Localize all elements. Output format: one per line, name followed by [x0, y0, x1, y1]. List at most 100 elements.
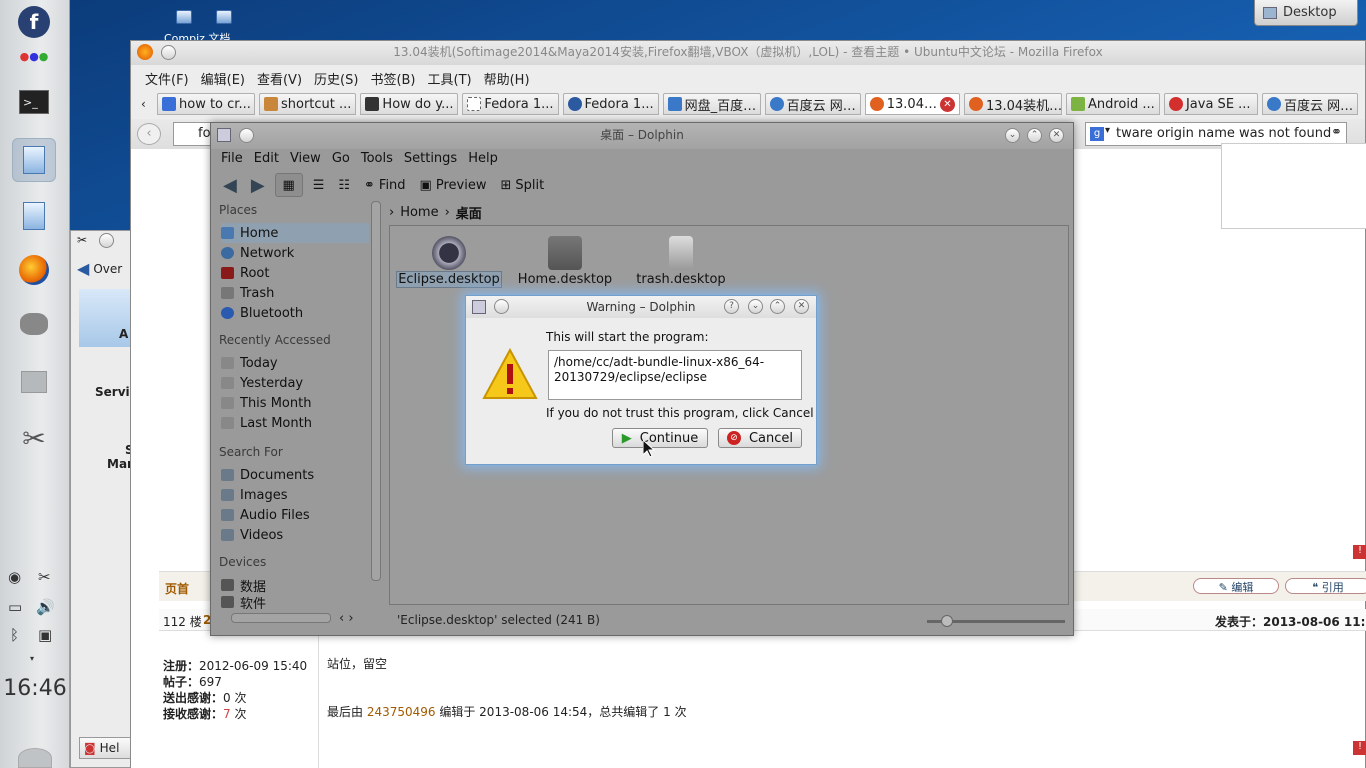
pin-icon[interactable] — [239, 128, 254, 143]
file-home[interactable]: Home.desktop — [510, 236, 620, 287]
search-audio[interactable]: Audio Files — [221, 505, 369, 525]
system-monitor-icon[interactable] — [12, 360, 56, 404]
menu-edit[interactable]: 编辑(E) — [195, 67, 251, 89]
back-button[interactable]: ◀ Over — [77, 259, 122, 278]
keyboard-icon[interactable]: ▭ — [8, 598, 22, 616]
binoculars-icon[interactable]: ⚭ — [1331, 125, 1342, 140]
details-view-icon[interactable]: ☷ — [334, 173, 354, 197]
close-icon[interactable]: ✕ — [1049, 128, 1064, 143]
device-data[interactable]: 数据 — [221, 575, 369, 595]
gimp-icon[interactable] — [12, 302, 56, 346]
search-images[interactable]: Images — [221, 485, 369, 505]
file-trash[interactable]: trash.desktop — [626, 236, 736, 287]
search-videos[interactable]: Videos — [221, 525, 369, 545]
terminal-icon[interactable]: >_ — [12, 80, 56, 124]
place-bluetooth[interactable]: Bluetooth — [221, 303, 369, 323]
scissors-icon[interactable]: ✂ — [38, 568, 51, 586]
chevron-down-icon[interactable]: ▾ — [30, 654, 34, 663]
tab[interactable]: 13.04装机… — [963, 93, 1062, 115]
find-button[interactable]: ⚭ Find — [360, 173, 410, 197]
place-home[interactable]: Home — [221, 223, 369, 243]
page-top-link[interactable]: 页首 — [165, 580, 189, 597]
tab[interactable]: shortcut ... — [259, 93, 357, 115]
place-trash[interactable]: Trash — [221, 283, 369, 303]
file-eclipse[interactable]: Eclipse.desktop — [394, 236, 504, 288]
maximize-icon[interactable]: ⌃ — [770, 299, 785, 314]
menu-bookmarks[interactable]: 书签(B) — [364, 67, 421, 89]
tab[interactable]: 网盘_百度… — [662, 93, 761, 115]
zoom-slider-handle[interactable] — [941, 615, 953, 627]
network-icon[interactable]: ▣ — [38, 626, 52, 644]
menu-view[interactable]: 查看(V) — [251, 67, 308, 89]
hscroll-arrows[interactable]: ‹ › — [339, 611, 354, 626]
report-icon[interactable]: ! — [1353, 741, 1366, 755]
firefox-icon[interactable] — [12, 248, 56, 292]
tab[interactable]: Fedora 1... — [462, 93, 559, 115]
forward-icon[interactable]: ▶ — [247, 173, 269, 197]
volume-icon[interactable]: 🔊 — [36, 598, 55, 616]
menu-settings[interactable]: Settings — [402, 149, 466, 171]
menu-edit[interactable]: Edit — [252, 149, 288, 171]
recent-yesterday[interactable]: Yesterday — [221, 373, 369, 393]
cancel-button[interactable]: ⊘ Cancel — [718, 428, 802, 448]
menu-history[interactable]: 历史(S) — [308, 67, 364, 89]
search-documents[interactable]: Documents — [221, 465, 369, 485]
continue-button[interactable]: ▶ Continue — [612, 428, 708, 448]
url-bar[interactable]: fo — [173, 122, 213, 146]
tab-scroll-left-icon[interactable]: ‹ — [141, 97, 153, 111]
back-icon[interactable]: ◀ — [219, 173, 241, 197]
file-manager-2-icon[interactable] — [12, 194, 56, 238]
menu-help[interactable]: Help — [466, 149, 507, 171]
desktop-file-icon[interactable] — [176, 10, 192, 24]
back-icon[interactable]: ‹ — [137, 123, 161, 145]
bluetooth-icon[interactable]: ᛒ — [10, 626, 19, 644]
tab-close-icon[interactable]: ✕ — [939, 96, 955, 112]
tab[interactable]: 百度云 网… — [764, 93, 861, 115]
menu-file[interactable]: 文件(F) — [139, 67, 195, 89]
breadcrumb-current[interactable]: 桌面 — [456, 203, 482, 222]
menu-tools[interactable]: 工具(T) — [422, 67, 478, 89]
menu-file[interactable]: File — [219, 149, 252, 171]
recent-last-month[interactable]: Last Month — [221, 413, 369, 433]
compact-view-icon[interactable]: ☰ — [309, 173, 329, 197]
preview-button[interactable]: ▣ Preview — [416, 173, 491, 197]
quote-button[interactable]: ❝ 引用 — [1285, 578, 1366, 594]
icons-view-icon[interactable]: ▦ — [274, 173, 303, 197]
edit-user-link[interactable]: 243750496 — [367, 705, 436, 719]
tab-active[interactable]: 13.04… ✕ — [864, 93, 960, 115]
dots-menu-icon[interactable]: ● ● ● — [12, 34, 56, 78]
help-button[interactable]: ◙ Hel — [79, 737, 133, 759]
maximize-icon[interactable]: ⌃ — [1027, 128, 1042, 143]
menu-tools[interactable]: Tools — [359, 149, 402, 171]
tools-icon[interactable]: ✂ — [77, 233, 87, 247]
tools-icon[interactable]: ✂ — [12, 416, 56, 460]
place-network[interactable]: Network — [221, 243, 369, 263]
device-software[interactable]: 软件 — [221, 595, 369, 609]
places-scrollbar[interactable] — [371, 201, 381, 581]
menu-view[interactable]: View — [288, 149, 330, 171]
help-icon[interactable]: ? — [724, 299, 739, 314]
recent-today[interactable]: Today — [221, 353, 369, 373]
recent-this-month[interactable]: This Month — [221, 393, 369, 413]
split-button[interactable]: ⊞ Split — [496, 173, 548, 197]
minimize-icon[interactable]: ⌄ — [1005, 128, 1020, 143]
zoom-slider[interactable] — [927, 615, 1065, 627]
close-icon[interactable] — [99, 233, 114, 248]
tab[interactable]: Java SE ... — [1163, 93, 1258, 115]
tab[interactable]: how to cr... — [157, 93, 255, 115]
dock-bottom-icon[interactable] — [18, 748, 52, 768]
place-root[interactable]: Root — [221, 263, 369, 283]
file-manager-icon[interactable] — [12, 138, 56, 182]
breadcrumb-home[interactable]: Home — [400, 205, 438, 220]
search-engine-dropdown-icon[interactable]: ▾ — [1105, 125, 1110, 136]
report-icon[interactable]: ! — [1353, 545, 1366, 559]
tab[interactable]: 百度云 网… — [1261, 93, 1359, 115]
pin-icon[interactable] — [494, 299, 509, 314]
show-desktop-button[interactable]: Desktop — [1254, 0, 1358, 26]
minimize-icon[interactable]: ⌄ — [748, 299, 763, 314]
program-path-field[interactable]: /home/cc/adt-bundle-linux-x86_64-2013072… — [548, 350, 802, 400]
minimize-icon[interactable] — [161, 45, 176, 60]
close-icon[interactable]: ✕ — [794, 299, 809, 314]
desktop-folder-icon[interactable] — [216, 10, 232, 24]
menu-go[interactable]: Go — [330, 149, 359, 171]
